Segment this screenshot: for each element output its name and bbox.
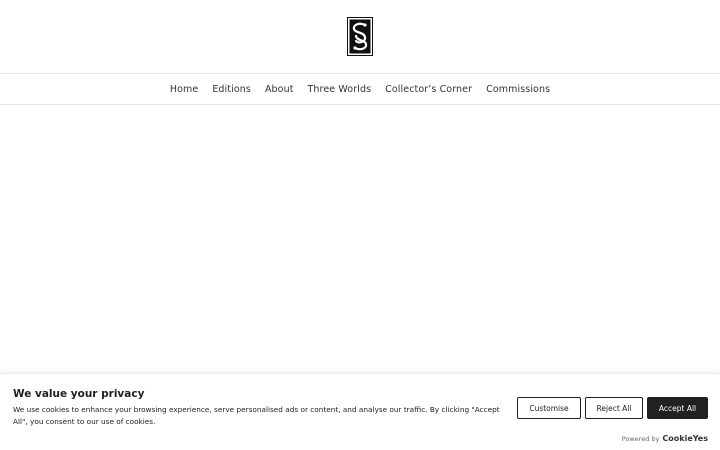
accept-all-button[interactable]: Accept All — [647, 397, 708, 419]
cookie-banner-text: We use cookies to enhance your browsing … — [13, 405, 500, 426]
ornate-monogram-logo-icon — [347, 17, 373, 56]
nav-item-about[interactable]: About — [265, 84, 294, 95]
reject-all-button[interactable]: Reject All — [585, 397, 643, 419]
main-content-area — [0, 105, 720, 373]
powered-by-label: Powered by — [621, 435, 660, 443]
powered-by: Powered by CookieYes — [622, 434, 708, 443]
nav-item-collectors-corner[interactable]: Collector’s Corner — [385, 84, 472, 95]
nav-item-home[interactable]: Home — [170, 84, 198, 95]
nav-item-editions[interactable]: Editions — [212, 84, 251, 95]
site-logo[interactable] — [347, 17, 373, 56]
cookieyes-logo[interactable]: CookieYes — [662, 434, 708, 443]
nav-item-three-worlds[interactable]: Three Worlds — [308, 84, 372, 95]
cookie-consent-banner: We value your privacy We use cookies to … — [0, 373, 720, 450]
customise-button[interactable]: Customise — [517, 397, 581, 419]
main-navigation: Home Editions About Three Worlds Collect… — [0, 73, 720, 105]
site-header — [0, 0, 720, 74]
nav-item-commissions[interactable]: Commissions — [486, 84, 550, 95]
cookie-banner-title: We value your privacy — [13, 388, 145, 400]
